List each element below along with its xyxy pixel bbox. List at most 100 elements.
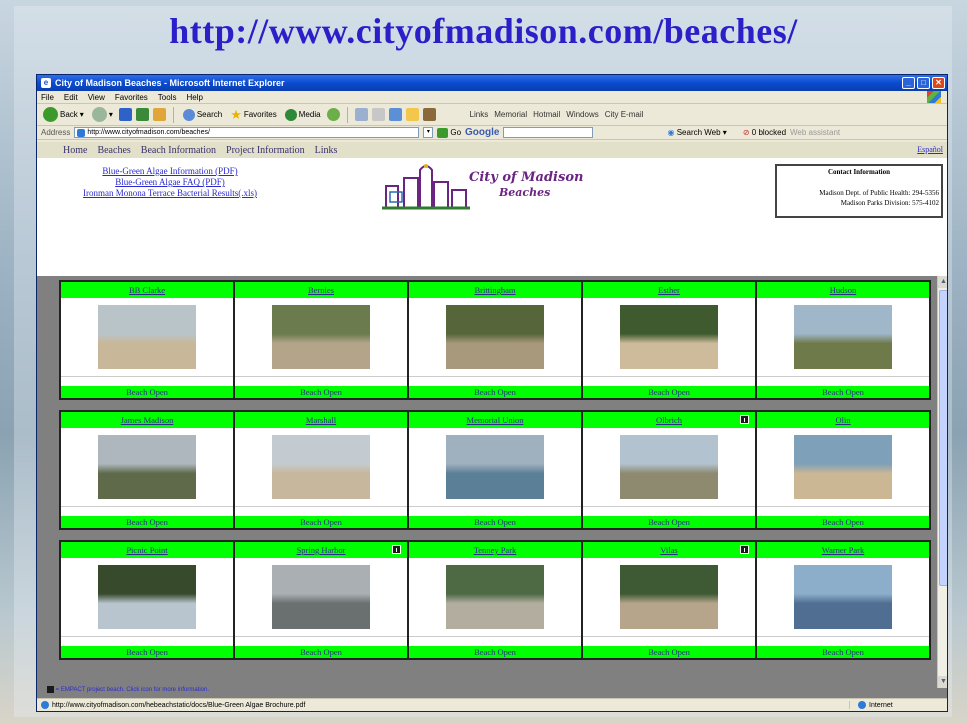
popup-blocker[interactable]: ⊘ 0 blocked [743,128,786,137]
edit-icon[interactable] [388,108,402,121]
print-icon[interactable] [371,108,385,121]
address-bar: Address http://www.cityofmadison.com/bea… [37,126,947,140]
link-memorial[interactable]: Memorial [494,110,527,119]
beach-photo[interactable] [794,435,892,499]
window-titlebar[interactable]: e City of Madison Beaches - Microsoft In… [37,75,947,91]
espanol-link[interactable]: Español [917,145,943,154]
address-dropdown[interactable]: ▾ [423,127,434,138]
beach-photo[interactable] [620,435,718,499]
mail-icon[interactable] [354,108,368,121]
blocked-label: 0 blocked [751,128,787,137]
back-button[interactable]: Back ▾ [41,106,86,124]
menu-item-edit[interactable]: Edit [64,93,78,102]
stop-icon[interactable] [118,108,132,121]
research-icon[interactable] [422,108,436,121]
maximize-button[interactable]: □ [917,77,930,89]
beach-spacer [235,636,407,646]
beach-photo[interactable] [446,565,544,629]
forward-button[interactable]: ▾ [90,106,115,124]
beach-name-link[interactable]: Olin [757,412,929,428]
menu-item-favorites[interactable]: Favorites [115,93,148,102]
address-input[interactable]: http://www.cityofmadison.com/beaches/ [74,127,420,138]
beach-photo[interactable] [446,435,544,499]
beach-photo[interactable] [272,435,370,499]
folder-icon[interactable] [405,108,419,121]
beach-name-link[interactable]: Spring Harbor [235,542,407,558]
beach-name-link[interactable]: Hudson [757,282,929,298]
menu-item-tools[interactable]: Tools [158,93,177,102]
beach-photo[interactable] [272,565,370,629]
algae-faq-link[interactable]: Blue-Green Algae FAQ (PDF) [55,177,285,188]
beach-photo[interactable] [446,305,544,369]
beach-spacer [235,376,407,386]
beach-name-link[interactable]: Tenney Park [409,542,581,558]
nav-home[interactable]: Home [63,145,87,156]
nav-project-information[interactable]: Project Information [226,145,305,156]
link-windows[interactable]: Windows [566,110,598,119]
beach-photo[interactable] [620,565,718,629]
media-label: Media [298,110,321,119]
beach-name-link[interactable]: Esther [583,282,755,298]
home-icon[interactable] [152,108,166,121]
capitol-icon [382,164,470,210]
beach-name-link[interactable]: James Madison [61,412,233,428]
link-hotmail[interactable]: Hotmail [533,110,560,119]
beach-photo[interactable] [272,305,370,369]
beach-name-link[interactable]: Memorial Union [409,412,581,428]
empact-info-icon[interactable] [740,545,749,554]
go-label: Go [450,128,462,137]
page-scrollbar[interactable]: ▲ ▼ [937,276,947,688]
beach-name-link[interactable]: Bernies [235,282,407,298]
beach-name-link[interactable]: Olbrich [583,412,755,428]
web-assistant[interactable]: Web assistant [790,128,840,137]
beach-spacer [61,376,233,386]
menu-item-file[interactable]: File [41,93,54,102]
empact-info-icon[interactable] [392,545,401,554]
beach-name-link[interactable]: Marshall [235,412,407,428]
beach-name-link[interactable]: Picnic Point [61,542,233,558]
scroll-up-icon[interactable]: ▲ [938,276,947,288]
favorites-button[interactable]: ★ Favorites [228,106,279,124]
beach-photo[interactable] [620,305,718,369]
empact-info-icon[interactable] [740,415,749,424]
algae-info-link[interactable]: Blue-Green Algae Information (PDF) [55,166,285,177]
beach-name: Vilas [660,545,678,555]
close-button[interactable]: ✕ [932,77,945,89]
menu-item-help[interactable]: Help [186,93,202,102]
google-search-input[interactable] [503,127,594,138]
beach-status: Beach Open [61,516,233,528]
beach-name-link[interactable]: Brittingham [409,282,581,298]
beach-photo-area [61,558,233,636]
binoculars-icon: ◉ [667,128,675,137]
ironman-results-link[interactable]: Ironman Monona Terrace Bacterial Results… [55,188,285,199]
beach-name: Picnic Point [126,545,168,555]
beach-photo[interactable] [98,435,196,499]
beach-name-link[interactable]: Warner Park [757,542,929,558]
beach-photo[interactable] [98,305,196,369]
minimize-button[interactable]: _ [902,77,915,89]
go-button[interactable]: Go [437,127,462,138]
beach-name-link[interactable]: BB Clarke [61,282,233,298]
link-city-e-mail[interactable]: City E-mail [605,110,644,119]
beach-grid: BB Clarke Beach Open Bernies Beach Open Brit… [37,276,947,700]
nav-beaches[interactable]: Beaches [97,145,130,156]
beach-spacer [583,636,755,646]
beach-name-link[interactable]: Vilas [583,542,755,558]
empact-icon [47,686,54,693]
history-icon[interactable] [326,108,340,121]
beach-photo[interactable] [794,305,892,369]
search-web-button[interactable]: ◉ Search Web ▾ [667,128,726,137]
scroll-down-icon[interactable]: ▼ [938,676,947,688]
nav-beach-information[interactable]: Beach Information [141,145,216,156]
toolbar: Back ▾ ▾ Search ★ Favorites Media Links [37,104,947,126]
media-button[interactable]: Media [283,106,323,124]
menu-item-view[interactable]: View [88,93,105,102]
scroll-thumb[interactable] [939,290,947,586]
nav-links[interactable]: Links [315,145,338,156]
beach-photo[interactable] [98,565,196,629]
beach-status: Beach Open [235,516,407,528]
contact-parks: Madison Parks Division: 575-4102 [840,199,939,207]
refresh-icon[interactable] [135,108,149,121]
beach-photo[interactable] [794,565,892,629]
search-button[interactable]: Search [181,106,224,124]
